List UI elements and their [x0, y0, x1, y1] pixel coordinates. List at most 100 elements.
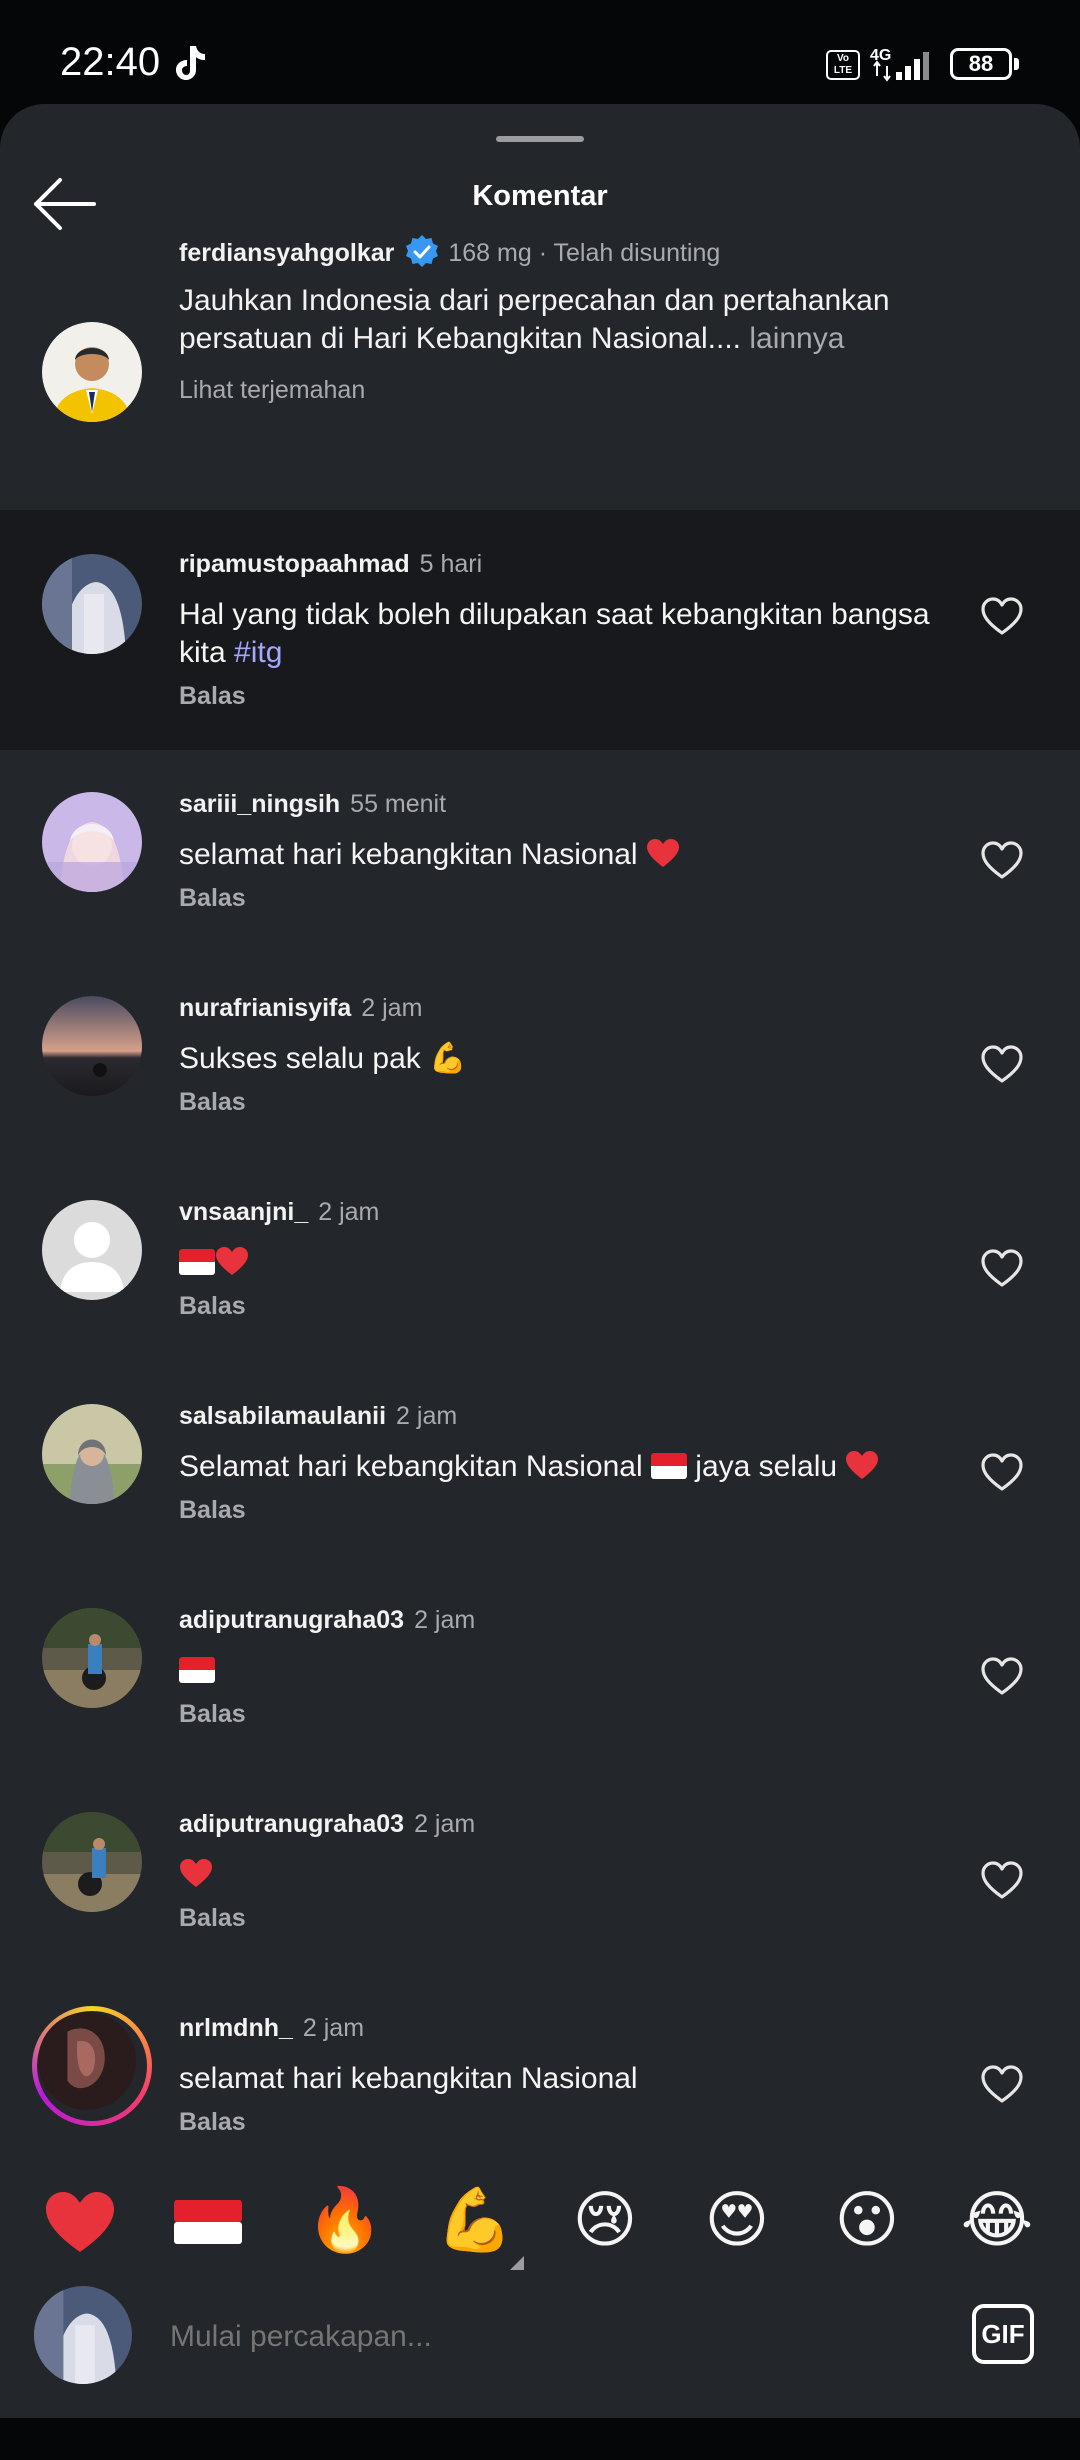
more-link[interactable]: lainnya	[741, 322, 844, 355]
comment-header: nurafrianisyifa 2 jam	[179, 994, 422, 1023]
comment-item: nrlmdnh_ 2 jam selamat hari kebangkitan N…	[0, 1974, 1080, 2178]
comment-header: salsabilamaulanii 2 jam	[179, 1402, 457, 1431]
avatar[interactable]	[42, 1812, 142, 1912]
comment-composer: GIF	[0, 2264, 1080, 2414]
comment-text: selamat hari kebangkitan Nasional	[179, 2062, 638, 2095]
comment-text: Sukses selalu pak 💪	[179, 1042, 467, 1075]
comment-header: sariii_ningsih 55 menit	[179, 790, 446, 819]
comment-time: 2 jam	[396, 1402, 458, 1430]
avatar[interactable]	[42, 792, 142, 892]
heart-outline-icon[interactable]	[980, 1044, 1024, 1084]
battery-icon: 88	[950, 48, 1020, 80]
comment-item: adiputranugraha03 2 jam Balas	[0, 1566, 1080, 1770]
indonesia-flag-icon	[179, 1657, 215, 1683]
caption-text: Jauhkan Indonesia dari perpecahan dan pe…	[179, 282, 1019, 358]
status-bar: 22:40 Vo LTE 4G 88	[0, 0, 1080, 110]
network-type-label: 4G	[870, 47, 891, 64]
heart-outline-icon[interactable]	[980, 1860, 1024, 1900]
heart-eyes-emoji-button[interactable]: 😍	[700, 2186, 774, 2256]
tiktok-icon	[176, 46, 205, 80]
avatar[interactable]	[42, 1404, 142, 1504]
comment-username[interactable]: vnsaanjni_	[179, 1198, 308, 1226]
comment-header: nrlmdnh_ 2 jam	[179, 2014, 364, 2043]
signal-icon: 4G	[870, 47, 929, 82]
red-heart-icon	[216, 1247, 248, 1275]
comment-item: salsabilamaulanii 2 jam Selamat hari keba…	[0, 1362, 1080, 1566]
system-navigation-bar	[0, 2418, 1080, 2460]
comment-text	[179, 1856, 979, 1894]
comment-header: adiputranugraha03 2 jam	[179, 1606, 475, 1635]
current-user-avatar	[34, 2286, 132, 2384]
indonesia-flag-icon	[650, 1453, 687, 1479]
comment-input[interactable]	[170, 2312, 950, 2362]
heart-emoji-button[interactable]	[44, 2190, 116, 2254]
comment-header: adiputranugraha03 2 jam	[179, 1810, 475, 1839]
reply-button[interactable]: Balas	[179, 1496, 246, 1525]
reply-button[interactable]: Balas	[179, 682, 246, 711]
reply-button[interactable]: Balas	[179, 1904, 246, 1933]
comment-time: 2 jam	[361, 994, 423, 1022]
heart-outline-icon[interactable]	[980, 1452, 1024, 1492]
reply-button[interactable]: Balas	[179, 1292, 246, 1321]
hashtag-link[interactable]: #itg	[234, 636, 282, 669]
caption-header: ferdiansyahgolkar 168 mg · Telah disunti…	[179, 234, 720, 270]
avatar[interactable]	[38, 2012, 136, 2110]
reply-button[interactable]: Balas	[179, 1700, 246, 1729]
comment-username[interactable]: sariii_ningsih	[179, 790, 340, 818]
flexed-biceps-emoji-button[interactable]: 💪	[436, 2186, 513, 2256]
avatar[interactable]	[42, 996, 142, 1096]
comment-text	[179, 1652, 979, 1690]
heart-outline-icon[interactable]	[980, 596, 1024, 636]
indonesia-flag-emoji-button[interactable]	[172, 2190, 244, 2254]
comment-username[interactable]: adiputranugraha03	[179, 1606, 404, 1634]
verified-badge-icon	[406, 235, 439, 267]
gif-button[interactable]: GIF	[972, 2304, 1034, 2364]
comment-text: selamat hari kebangkitan Nasional	[179, 836, 979, 874]
battery-level: 88	[950, 48, 1012, 80]
story-ring[interactable]	[32, 2006, 152, 2126]
comment-text: Hal yang tidak boleh dilupakan saat keba…	[179, 598, 930, 669]
red-heart-icon	[180, 1859, 212, 1887]
comment-time: 5 hari	[419, 550, 483, 578]
comment-username[interactable]: nurafrianisyifa	[179, 994, 351, 1022]
reply-button[interactable]: Balas	[179, 1088, 246, 1117]
comments-sheet: Komentar ferdiansyahgolkar 168 mg · Tela…	[0, 104, 1080, 2418]
comment-username[interactable]: nrlmdnh_	[179, 2014, 293, 2042]
red-heart-icon	[846, 1451, 879, 1479]
comment-item: vnsaanjni_ 2 jam Balas	[0, 1158, 1080, 1362]
reply-button[interactable]: Balas	[179, 884, 246, 913]
heart-outline-icon[interactable]	[980, 840, 1024, 880]
comment-time: 55 menit	[350, 790, 447, 818]
reply-button[interactable]: Balas	[179, 2108, 246, 2137]
red-heart-icon	[646, 839, 679, 867]
avatar[interactable]	[42, 322, 142, 422]
caption-username[interactable]: ferdiansyahgolkar	[179, 239, 394, 267]
heart-outline-icon[interactable]	[980, 1656, 1024, 1696]
comment-item: nurafrianisyifa 2 jam Sukses selalu pak 💪…	[0, 954, 1080, 1158]
default-avatar-icon[interactable]	[42, 1200, 142, 1300]
crying-face-emoji-button[interactable]: 😢	[568, 2186, 642, 2256]
comment-item: sariii_ningsih 55 menit selamat hari keba…	[0, 750, 1080, 954]
comment-text: Selamat hari kebangkitan Nasional jaya s…	[179, 1448, 979, 1486]
comment-username[interactable]: adiputranugraha03	[179, 1810, 404, 1838]
see-translation-link[interactable]: Lihat terjemahan	[179, 376, 365, 405]
heart-outline-icon[interactable]	[980, 2064, 1024, 2104]
comment-header: ripamustopaahmad 5 hari	[179, 550, 482, 579]
comment-username[interactable]: ripamustopaahmad	[179, 550, 410, 578]
flexed-biceps-icon: 💪	[429, 1042, 467, 1075]
comment-item: adiputranugraha03 2 jam Balas	[0, 1770, 1080, 1974]
avatar[interactable]	[42, 554, 142, 654]
heart-outline-icon[interactable]	[980, 1248, 1024, 1288]
fire-emoji-button[interactable]: 🔥	[306, 2186, 383, 2256]
indonesia-flag-icon	[179, 1249, 215, 1275]
avatar[interactable]	[42, 1608, 142, 1708]
tears-of-joy-emoji-button[interactable]: 😂	[960, 2186, 1034, 2256]
volte-icon: Vo LTE	[826, 50, 860, 80]
surprised-face-emoji-button[interactable]: 😮	[830, 2186, 904, 2256]
sheet-title: Komentar	[472, 180, 608, 212]
comment-item: ripamustopaahmad 5 hari Hal yang tidak bo…	[0, 510, 1080, 750]
caption-meta: 168 mg · Telah disunting	[448, 239, 721, 267]
drag-handle[interactable]	[496, 136, 584, 142]
comment-username[interactable]: salsabilamaulanii	[179, 1402, 386, 1430]
comment-time: 2 jam	[318, 1198, 380, 1226]
